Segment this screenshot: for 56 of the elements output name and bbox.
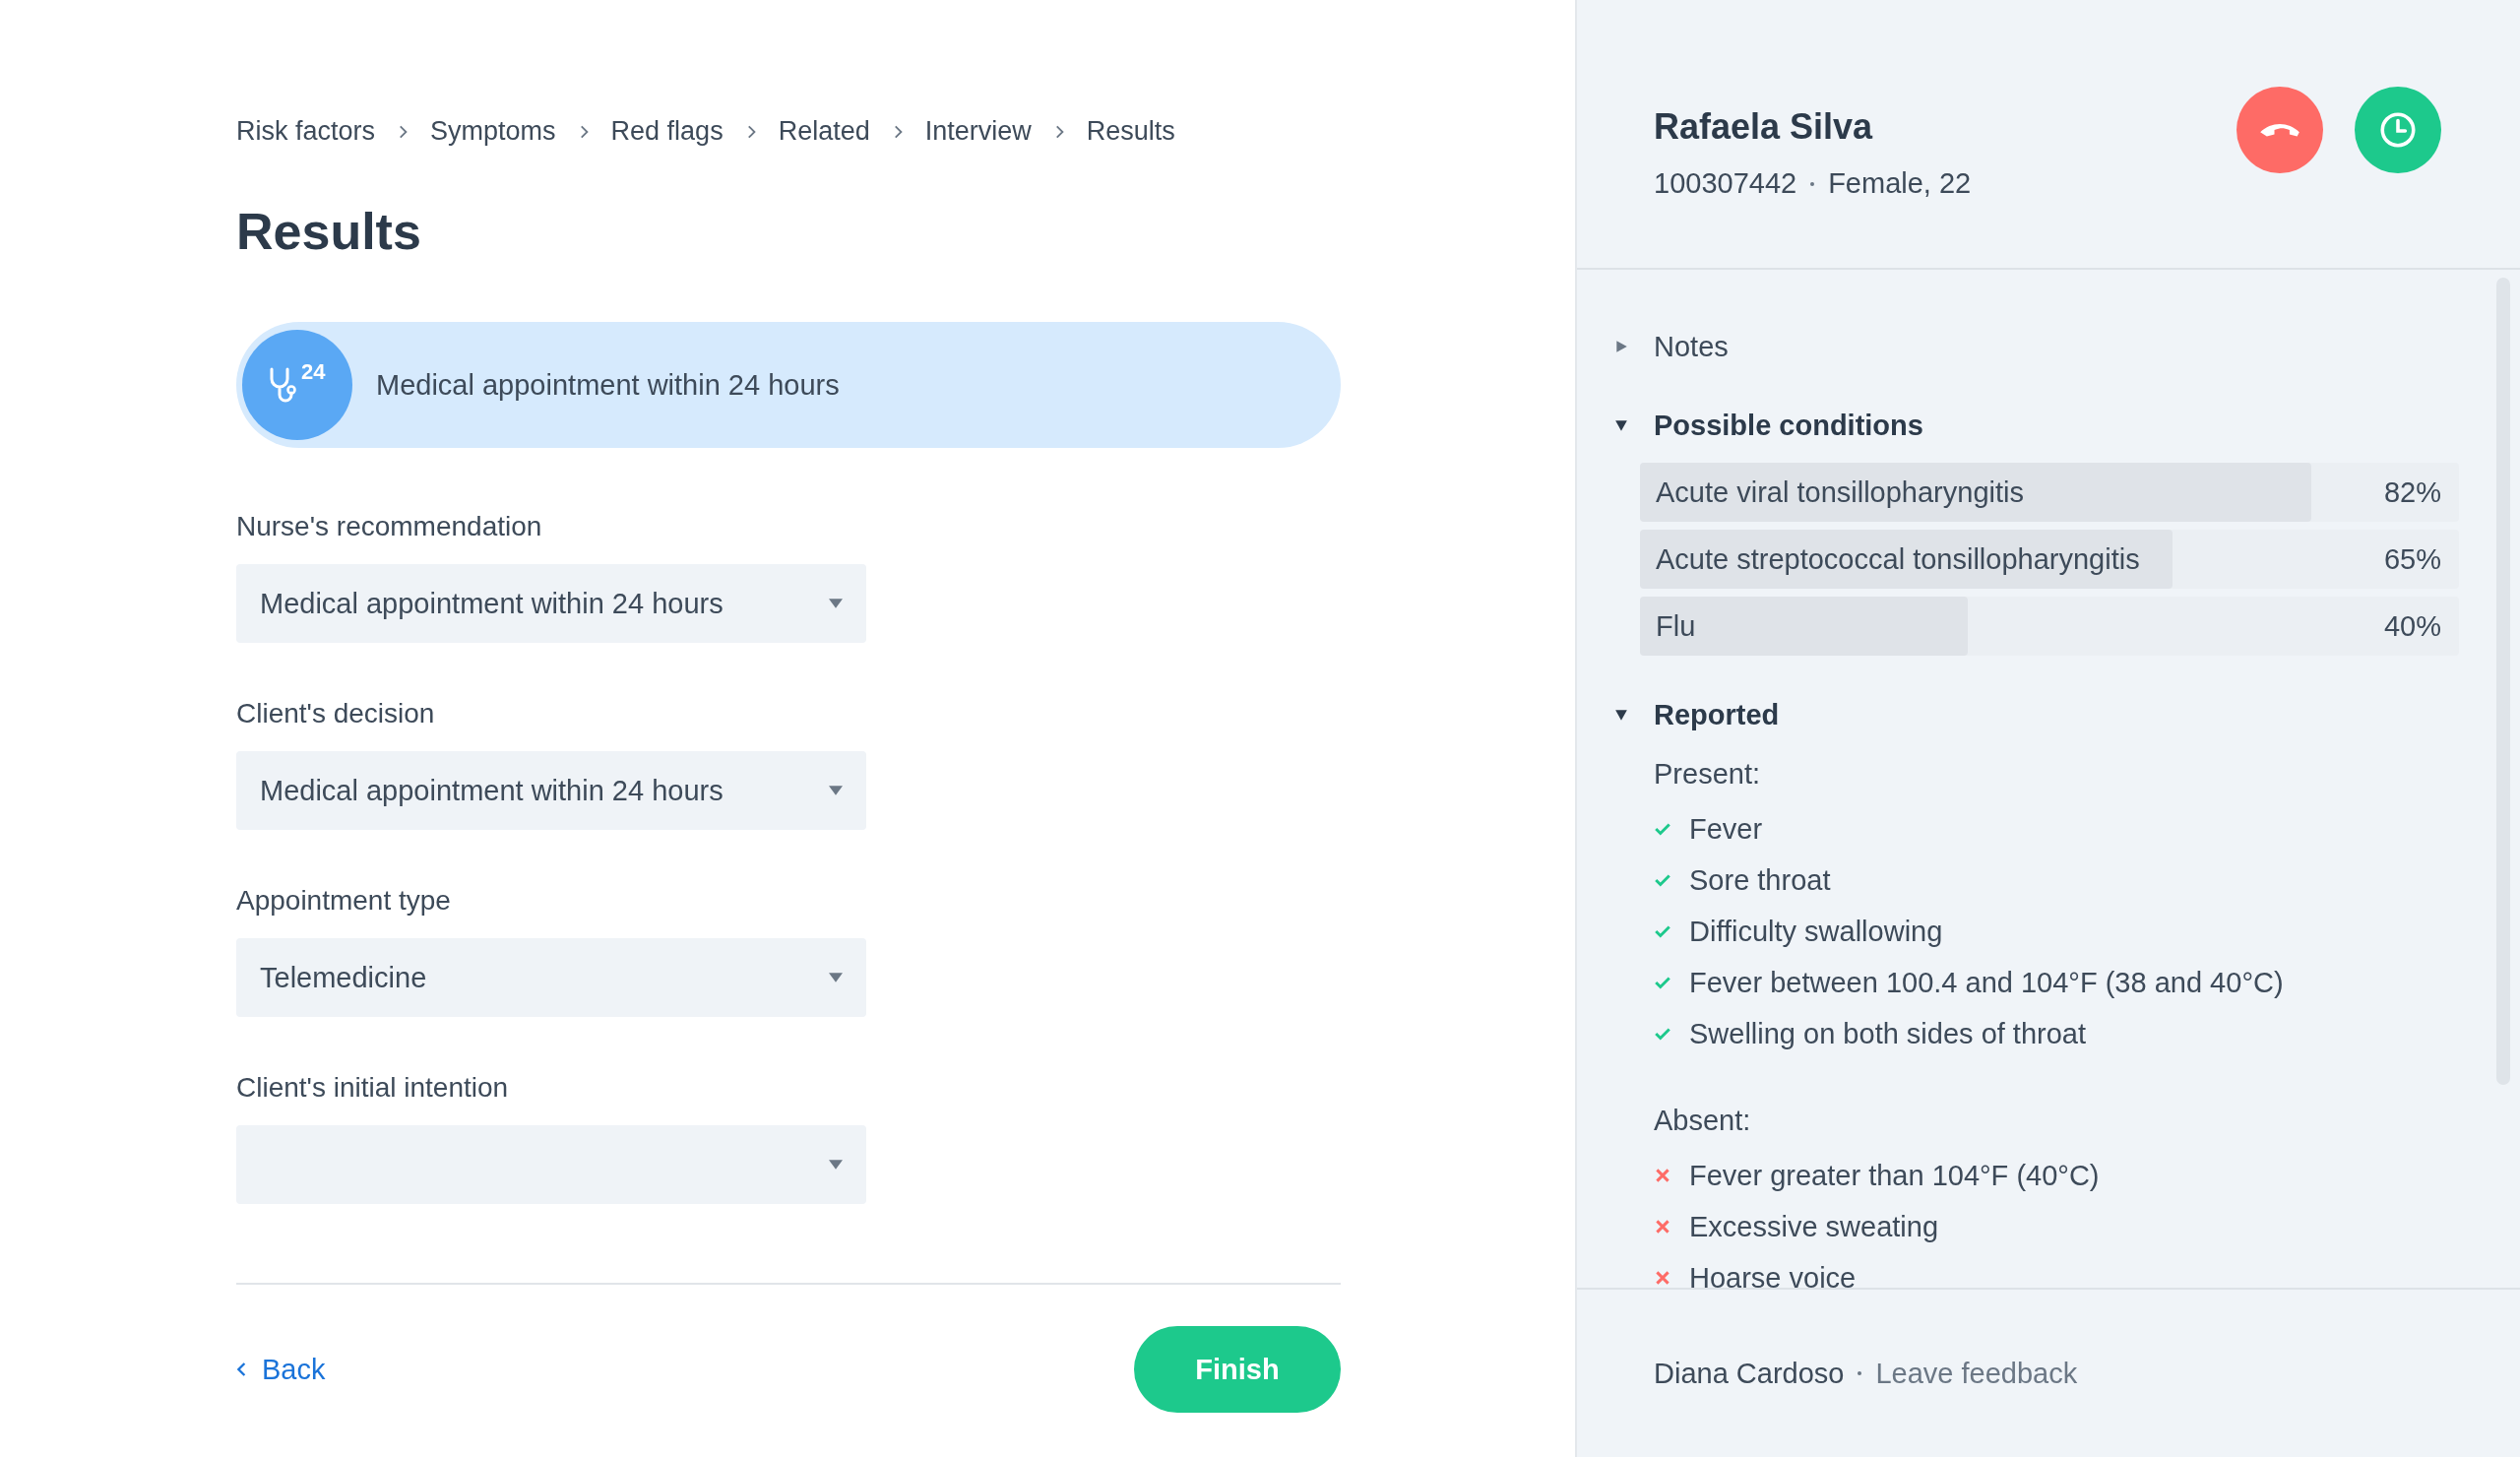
cross-icon: [1654, 1167, 1671, 1184]
dropdown-field[interactable]: Telemedicine: [236, 938, 866, 1017]
cross-icon: [1654, 1269, 1671, 1287]
notes-toggle[interactable]: Notes: [1614, 327, 2520, 366]
dropdown-field[interactable]: Medical appointment within 24 hours: [236, 751, 866, 830]
triangle-icon: [1614, 708, 1628, 722]
condition-name: Acute streptococcal tonsillopharyngitis: [1655, 542, 2140, 576]
back-link[interactable]: Back: [236, 1353, 326, 1386]
condition-percent: 82%: [2383, 475, 2441, 509]
breadcrumb-link[interactable]: Risk factors: [236, 116, 376, 147]
symptom-text: Fever greater than 104°F (40°C): [1689, 1159, 2100, 1192]
symptom-text: Fever: [1689, 812, 1763, 846]
banner-text: Medical appointment within 24 hours: [376, 368, 840, 402]
condition-percent: 65%: [2383, 542, 2441, 576]
field-label: Client's decision: [236, 698, 436, 729]
patient-details: Female, 22: [1828, 167, 1972, 200]
symptom-text: Sore throat: [1689, 863, 1831, 897]
reported-toggle[interactable]: Reported: [1614, 695, 2520, 734]
breadcrumb-link[interactable]: Interview: [924, 116, 1032, 147]
chevron-left-icon: [236, 1361, 248, 1378]
caret-down-icon: [829, 973, 843, 982]
caret-down-icon: [829, 786, 843, 795]
symptom-text: Fever between 100.4 and 104°F (38 and 40°C): [1689, 966, 2284, 999]
caret-down-icon: [829, 599, 843, 608]
group-label: Present:: [1654, 756, 1761, 792]
condition-name: Flu: [1655, 609, 1696, 643]
triangle-icon: [1614, 340, 1628, 353]
condition-percent: 40%: [2383, 609, 2441, 643]
chevron-right-icon: [397, 123, 410, 140]
page-title: Results: [236, 202, 422, 261]
dropdown-field[interactable]: Medical appointment within 24 hours: [236, 564, 866, 643]
field-label: Appointment type: [236, 885, 452, 917]
breadcrumb-link[interactable]: Symptoms: [430, 116, 556, 147]
caret-down-icon: [829, 1160, 843, 1170]
symptom-text: Difficulty swallowing: [1689, 915, 1943, 948]
symptom-text: Swelling on both sides of throat: [1689, 1017, 2087, 1050]
dropdown-field[interactable]: [236, 1125, 866, 1204]
symptom-text: Hoarse voice: [1689, 1261, 1857, 1288]
patient-id: 100307442: [1654, 167, 1797, 200]
feedback-link[interactable]: Leave feedback: [1875, 1357, 2078, 1390]
conditions-toggle[interactable]: Possible conditions: [1614, 406, 2520, 445]
separator-dot: [1810, 181, 1815, 186]
triangle-icon: [1614, 418, 1628, 432]
nurse-name: Diana Cardoso: [1654, 1357, 1845, 1390]
separator-dot: [1858, 1371, 1862, 1375]
symptom-text: Excessive sweating: [1689, 1210, 1939, 1243]
breadcrumb-link[interactable]: Results: [1086, 116, 1175, 147]
patient-name: Rafaela Silva: [1654, 106, 1874, 148]
stethoscope-icon: 24: [242, 330, 352, 440]
breadcrumb-link[interactable]: Red flags: [610, 116, 724, 147]
breadcrumb-link[interactable]: Related: [778, 116, 870, 147]
condition-name: Acute viral tonsillopharyngitis: [1655, 475, 2024, 509]
field-label: Client's initial intention: [236, 1072, 510, 1104]
group-label: Absent:: [1654, 1103, 1752, 1138]
cross-icon: [1654, 1218, 1671, 1235]
field-label: Nurse's recommendation: [236, 511, 543, 542]
